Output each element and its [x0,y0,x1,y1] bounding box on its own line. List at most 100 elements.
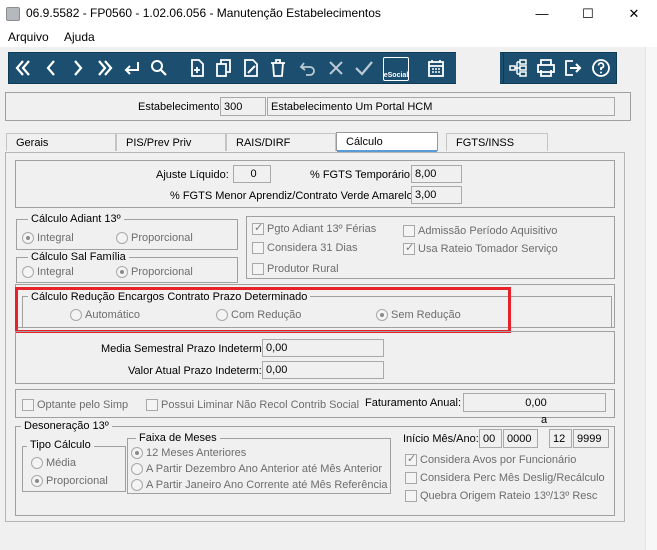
chk-perc-option[interactable]: Considera Perc Mês Deslig/Recálculo [405,472,605,484]
add-icon [191,59,204,77]
tab-calculo[interactable]: Cálculo [336,132,438,153]
ano-inicio-field[interactable]: 0000 [503,429,538,448]
considera31-option[interactable]: Considera 31 Dias [252,242,358,254]
salfam-integral-label: Integral [37,266,74,278]
optante-checkbox[interactable] [22,399,34,411]
first-record-button[interactable] [11,56,35,80]
chk-perc-label: Considera Perc Mês Deslig/Recálculo [420,472,605,484]
chk-quebra-option[interactable]: Quebra Origem Rateio 13º/13º Resc [405,490,597,502]
adiant-integral-option[interactable]: Integral [22,232,74,244]
liminar-option[interactable]: Possui Liminar Não Recol Contrib Social [146,399,359,411]
faixa-dezembro-label: A Partir Dezembro Ano Anterior até Mês A… [146,463,383,475]
admissao-checkbox[interactable] [403,225,415,237]
faixa-janeiro-label: A Partir Janeiro Ano Corrente até Mês Re… [146,479,388,491]
ajuste-label: Ajuste Líquido: [156,169,229,181]
estab-name-field: Estabelecimento Um Portal HCM [267,97,615,116]
tipo-proporcional-option[interactable]: Proporcional [31,475,108,487]
produtor-rural-option[interactable]: Produtor Rural [252,263,339,275]
liminar-checkbox[interactable] [146,399,158,411]
tab-fgts-inss[interactable]: FGTS/INSS [446,133,548,151]
menu-arquivo[interactable]: Arquivo [8,30,49,44]
faixa-12-radio[interactable] [131,447,143,459]
tab-gerais[interactable]: Gerais [6,133,116,151]
media-field[interactable]: 0,00 [262,339,384,357]
highlight-box [15,287,511,333]
tab-rais-dirf[interactable]: RAIS/DIRF [226,133,336,151]
adiant-proporcional-radio[interactable] [116,232,128,244]
confirm-button[interactable] [352,56,376,80]
copy-icon [216,59,231,77]
help-button[interactable] [589,56,613,80]
faturamento-label: Faturamento Anual: [365,397,462,409]
adiant-title: Cálculo Adiant 13º [28,213,124,225]
desoneracao-title: Desoneração 13º [21,420,112,432]
chk-perc-checkbox[interactable] [405,472,417,484]
add-button[interactable] [185,56,209,80]
calendar-button[interactable] [424,56,448,80]
adiant-integral-label: Integral [37,232,74,244]
vertical-scrollbar[interactable] [645,47,657,550]
faturamento-field[interactable]: 0,00 [463,393,606,412]
esocial-button[interactable]: eSocial [383,57,409,81]
menu-ajuda[interactable]: Ajuda [64,30,95,44]
fgts-menor-field[interactable]: 3,00 [411,186,462,204]
mes-fim-field[interactable]: 12 [549,429,572,448]
admissao-option[interactable]: Admissão Período Aquisitivo [403,225,557,237]
faixa-dezembro-radio[interactable] [131,463,143,475]
tipo-media-radio[interactable] [31,457,43,469]
fgts-temp-field[interactable]: 8,00 [411,165,462,183]
faixa-12-option[interactable]: 12 Meses Anteriores [131,447,246,459]
usa-rateio-checkbox[interactable] [403,241,415,255]
print-button[interactable] [534,56,558,80]
chk-quebra-label: Quebra Origem Rateio 13º/13º Resc [420,490,598,502]
tipo-media-option[interactable]: Média [31,457,76,469]
adiant-integral-radio[interactable] [22,232,34,244]
copy-button[interactable] [212,56,236,80]
mes-inicio-field[interactable]: 00 [479,429,502,448]
delete-button[interactable] [266,56,290,80]
produtor-rural-checkbox[interactable] [252,263,264,275]
exit-button[interactable] [561,56,585,80]
tipo-proporcional-radio[interactable] [31,475,43,487]
tab-pis-prev-priv[interactable]: PIS/Prev Priv [116,133,226,151]
cancel-button[interactable] [324,56,348,80]
adiant-proporcional-label: Proporcional [131,232,193,244]
tree-button[interactable] [506,56,530,80]
last-icon [98,60,113,76]
faixa-dezembro-option[interactable]: A Partir Dezembro Ano Anterior até Mês A… [131,463,382,475]
tipo-calculo-title: Tipo Cálculo [27,439,94,451]
usa-rateio-option[interactable]: Usa Rateio Tomador Serviço [403,241,558,255]
maximize-button[interactable]: ☐ [565,0,611,27]
next-record-button[interactable] [66,56,90,80]
pgto-adiant-checkbox[interactable] [252,221,264,235]
salfam-proporcional-option[interactable]: Proporcional [116,266,193,278]
optante-option[interactable]: Optante pelo Simp [22,399,128,411]
salfam-integral-radio[interactable] [22,266,34,278]
chk-avos-option[interactable]: Considera Avos por Funcionário [405,452,576,466]
edit-button[interactable] [239,56,263,80]
faixa-janeiro-radio[interactable] [131,479,143,491]
ano-fim-field[interactable]: 9999 [573,429,609,448]
ajuste-field[interactable]: 0 [233,165,271,183]
chk-quebra-checkbox[interactable] [405,490,417,502]
undo-button[interactable] [296,56,320,80]
menu-bar [0,27,657,47]
prev-record-button[interactable] [39,56,63,80]
search-button[interactable] [147,56,171,80]
considera31-checkbox[interactable] [252,242,264,254]
adiant-proporcional-option[interactable]: Proporcional [116,232,193,244]
goto-button[interactable] [120,56,144,80]
last-record-button[interactable] [93,56,117,80]
salfam-proporcional-radio[interactable] [116,266,128,278]
first-icon [15,60,30,76]
pgto-adiant-option[interactable]: Pgto Adiant 13º Férias [252,221,376,235]
minimize-button[interactable]: — [519,0,565,27]
liminar-label: Possui Liminar Não Recol Contrib Social [161,399,360,411]
valor-field[interactable]: 0,00 [262,361,384,379]
close-button[interactable]: ✕ [611,0,657,27]
faixa-janeiro-option[interactable]: A Partir Janeiro Ano Corrente até Mês Re… [131,479,388,491]
salfam-integral-option[interactable]: Integral [22,266,74,278]
edit-icon [244,59,258,77]
estab-code-field[interactable]: 300 [220,97,266,116]
chk-avos-checkbox[interactable] [405,452,417,466]
